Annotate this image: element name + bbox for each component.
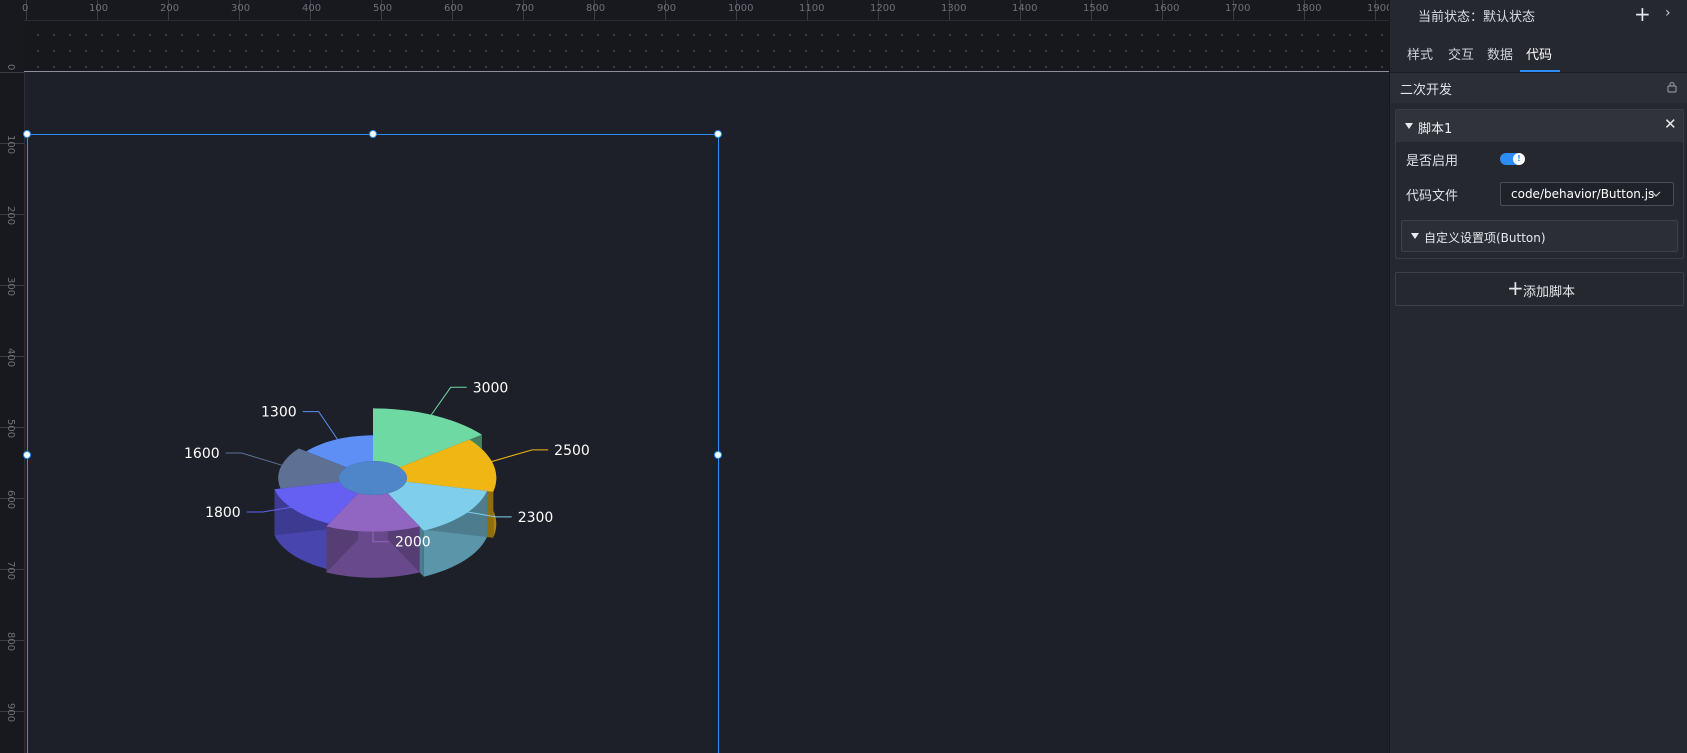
code-file-select[interactable]: code/behavior/Button.js — [1500, 182, 1674, 206]
code-file-label: 代码文件 — [1406, 189, 1459, 204]
section-header: 二次开发 — [1390, 73, 1687, 103]
script-title: 脚本1 — [1418, 122, 1453, 137]
script-card: 脚本1 ✕ 是否启用 ! 代码文件 code/behavior/Button.j… — [1395, 109, 1684, 259]
resize-handle-top-center[interactable] — [369, 130, 377, 138]
close-icon[interactable]: ✕ — [1664, 115, 1677, 133]
resize-handle-middle-right[interactable] — [714, 451, 722, 459]
chevron-down-icon — [1651, 191, 1661, 197]
script-card-header[interactable]: 脚本1 ✕ — [1396, 110, 1683, 142]
active-tab-indicator — [1520, 70, 1560, 72]
caret-down-icon — [1411, 233, 1419, 239]
property-panel: 当前状态：默认状态 + › 样式 交互 数据 代码 二次开发 脚本1 ✕ 是否启… — [1389, 0, 1687, 753]
custom-settings-label: 自定义设置项(Button) — [1424, 231, 1546, 245]
tab-code[interactable]: 代码 — [1526, 44, 1552, 63]
toggle-knob: ! — [1513, 153, 1525, 165]
lock-icon[interactable] — [1666, 81, 1678, 93]
add-state-icon[interactable]: + — [1634, 2, 1651, 26]
custom-settings-collapse[interactable]: 自定义设置项(Button) — [1401, 220, 1678, 252]
editor-canvas[interactable]: 0 100 200 300 400 500 600 700 800 900 1000 1100 1200… — [0, 0, 1389, 753]
enabled-label: 是否启用 — [1406, 154, 1459, 169]
plus-icon: + — [1507, 276, 1524, 300]
add-script-label: 添加脚本 — [1523, 285, 1576, 300]
selection-frame[interactable] — [23, 130, 722, 753]
tab-style[interactable]: 样式 — [1407, 44, 1433, 63]
state-bar: 当前状态：默认状态 + › — [1390, 0, 1687, 30]
add-script-button[interactable]: + 添加脚本 — [1395, 272, 1684, 306]
caret-down-icon — [1405, 123, 1413, 129]
section-title: 二次开发 — [1400, 83, 1453, 98]
panel-tabs: 样式 交互 数据 代码 — [1390, 38, 1687, 73]
tab-data[interactable]: 数据 — [1487, 44, 1513, 63]
code-file-value: code/behavior/Button.js — [1511, 187, 1655, 201]
chevron-right-icon[interactable]: › — [1665, 5, 1671, 21]
enabled-toggle[interactable]: ! — [1500, 153, 1525, 165]
resize-handle-top-right[interactable] — [714, 130, 722, 138]
resize-handle-top-left[interactable] — [23, 130, 31, 138]
resize-handle-middle-left[interactable] — [23, 451, 31, 459]
current-state-label[interactable]: 当前状态：默认状态 — [1418, 6, 1535, 25]
tab-interaction[interactable]: 交互 — [1448, 44, 1474, 63]
